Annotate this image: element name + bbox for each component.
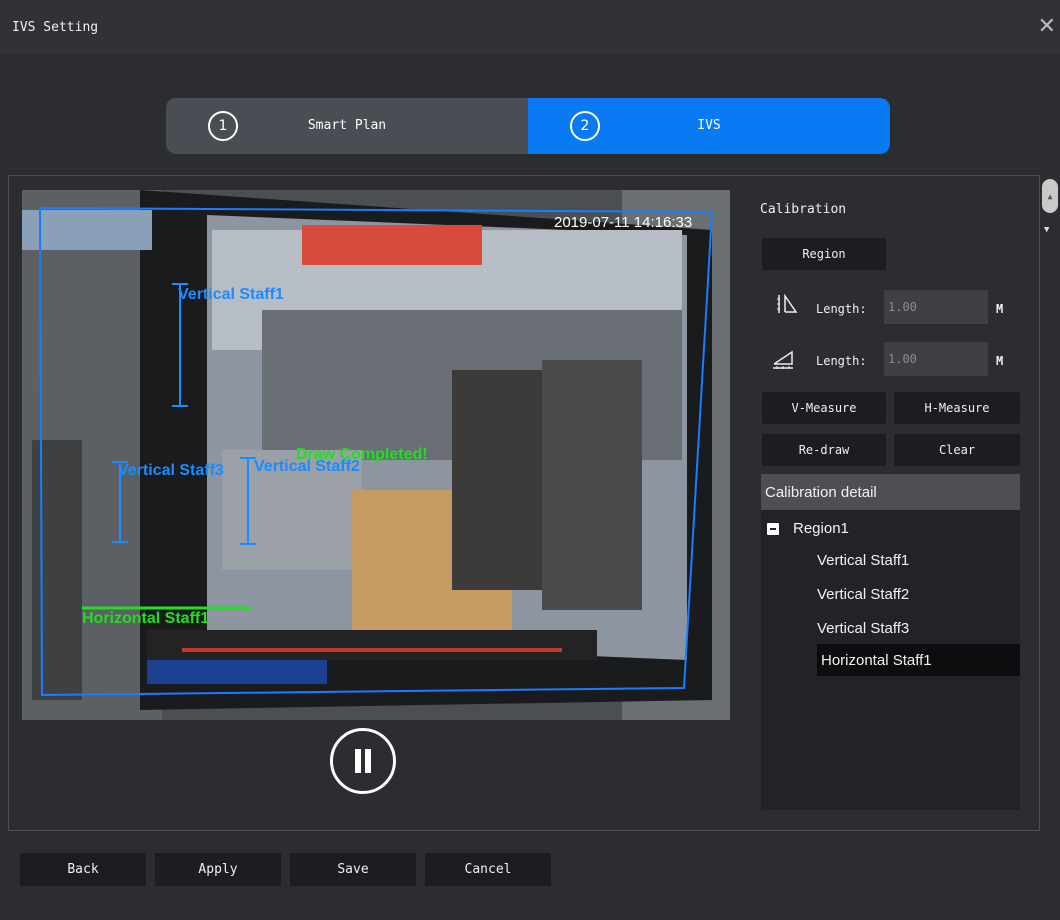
scroll-down-icon[interactable]: ▼: [1044, 225, 1049, 235]
clear-button[interactable]: Clear: [894, 434, 1020, 466]
label-draw-completed: Draw Completed!: [296, 446, 428, 463]
horizontal-length-input[interactable]: [884, 342, 988, 376]
tree-item-vertical-staff1[interactable]: Vertical Staff1: [817, 544, 909, 576]
pause-button[interactable]: [330, 728, 396, 794]
video-timestamp: 2019-07-11 14:16:33: [554, 214, 693, 231]
h-measure-button[interactable]: H-Measure: [894, 392, 1020, 424]
region-button[interactable]: Region: [762, 238, 886, 270]
calibration-detail: Calibration detail Region1 Vertical Staf…: [761, 474, 1020, 810]
scroll-up-icon[interactable]: ▲: [1042, 179, 1058, 213]
vertical-unit: M: [996, 302, 1004, 316]
apply-button[interactable]: Apply: [155, 853, 281, 886]
redraw-button[interactable]: Re-draw: [762, 434, 886, 466]
tree-item-horizontal-staff1[interactable]: Horizontal Staff1: [817, 644, 1020, 676]
v-measure-button[interactable]: V-Measure: [762, 392, 886, 424]
step-smart-plan[interactable]: 1 Smart Plan: [166, 98, 528, 154]
back-button[interactable]: Back: [20, 853, 146, 886]
vertical-length-label: Length:: [816, 302, 867, 316]
title-bar: IVS Setting ✕: [0, 0, 1060, 54]
label-horizontal-staff1: Horizontal Staff1: [82, 610, 210, 627]
step-ivs[interactable]: 2 IVS: [528, 98, 890, 154]
pause-icon: [353, 749, 373, 773]
tree-item-vertical-staff3[interactable]: Vertical Staff3: [817, 612, 909, 644]
label-vertical-staff3: Vertical Staff3: [118, 462, 224, 479]
horizontal-staff-icon: [773, 350, 793, 369]
step-label: Smart Plan: [307, 118, 387, 133]
cancel-button[interactable]: Cancel: [425, 853, 551, 886]
vertical-length-input[interactable]: [884, 290, 988, 324]
vertical-staff-icon: [777, 294, 798, 313]
horizontal-length-label: Length:: [816, 354, 867, 368]
calibration-title: Calibration: [760, 202, 847, 217]
video-preview[interactable]: 2019-07-11 14:16:33 Vertical Staff1 Vert…: [22, 190, 730, 720]
tree-region1[interactable]: Region1: [767, 520, 849, 537]
save-button[interactable]: Save: [290, 853, 416, 886]
scrollbar[interactable]: ▲ ▼: [1042, 175, 1060, 829]
step-wizard: 1 Smart Plan 2 IVS: [166, 98, 890, 154]
horizontal-unit: M: [996, 354, 1004, 368]
tree-root-label: Region1: [793, 520, 849, 537]
tree-item-vertical-staff2[interactable]: Vertical Staff2: [817, 578, 909, 610]
window-title: IVS Setting: [12, 20, 99, 35]
collapse-icon[interactable]: [767, 522, 779, 535]
label-vertical-staff1: Vertical Staff1: [178, 286, 284, 303]
close-icon[interactable]: ✕: [1038, 14, 1056, 39]
step-label: IVS: [697, 118, 721, 133]
calibration-detail-header: Calibration detail: [761, 474, 1020, 510]
